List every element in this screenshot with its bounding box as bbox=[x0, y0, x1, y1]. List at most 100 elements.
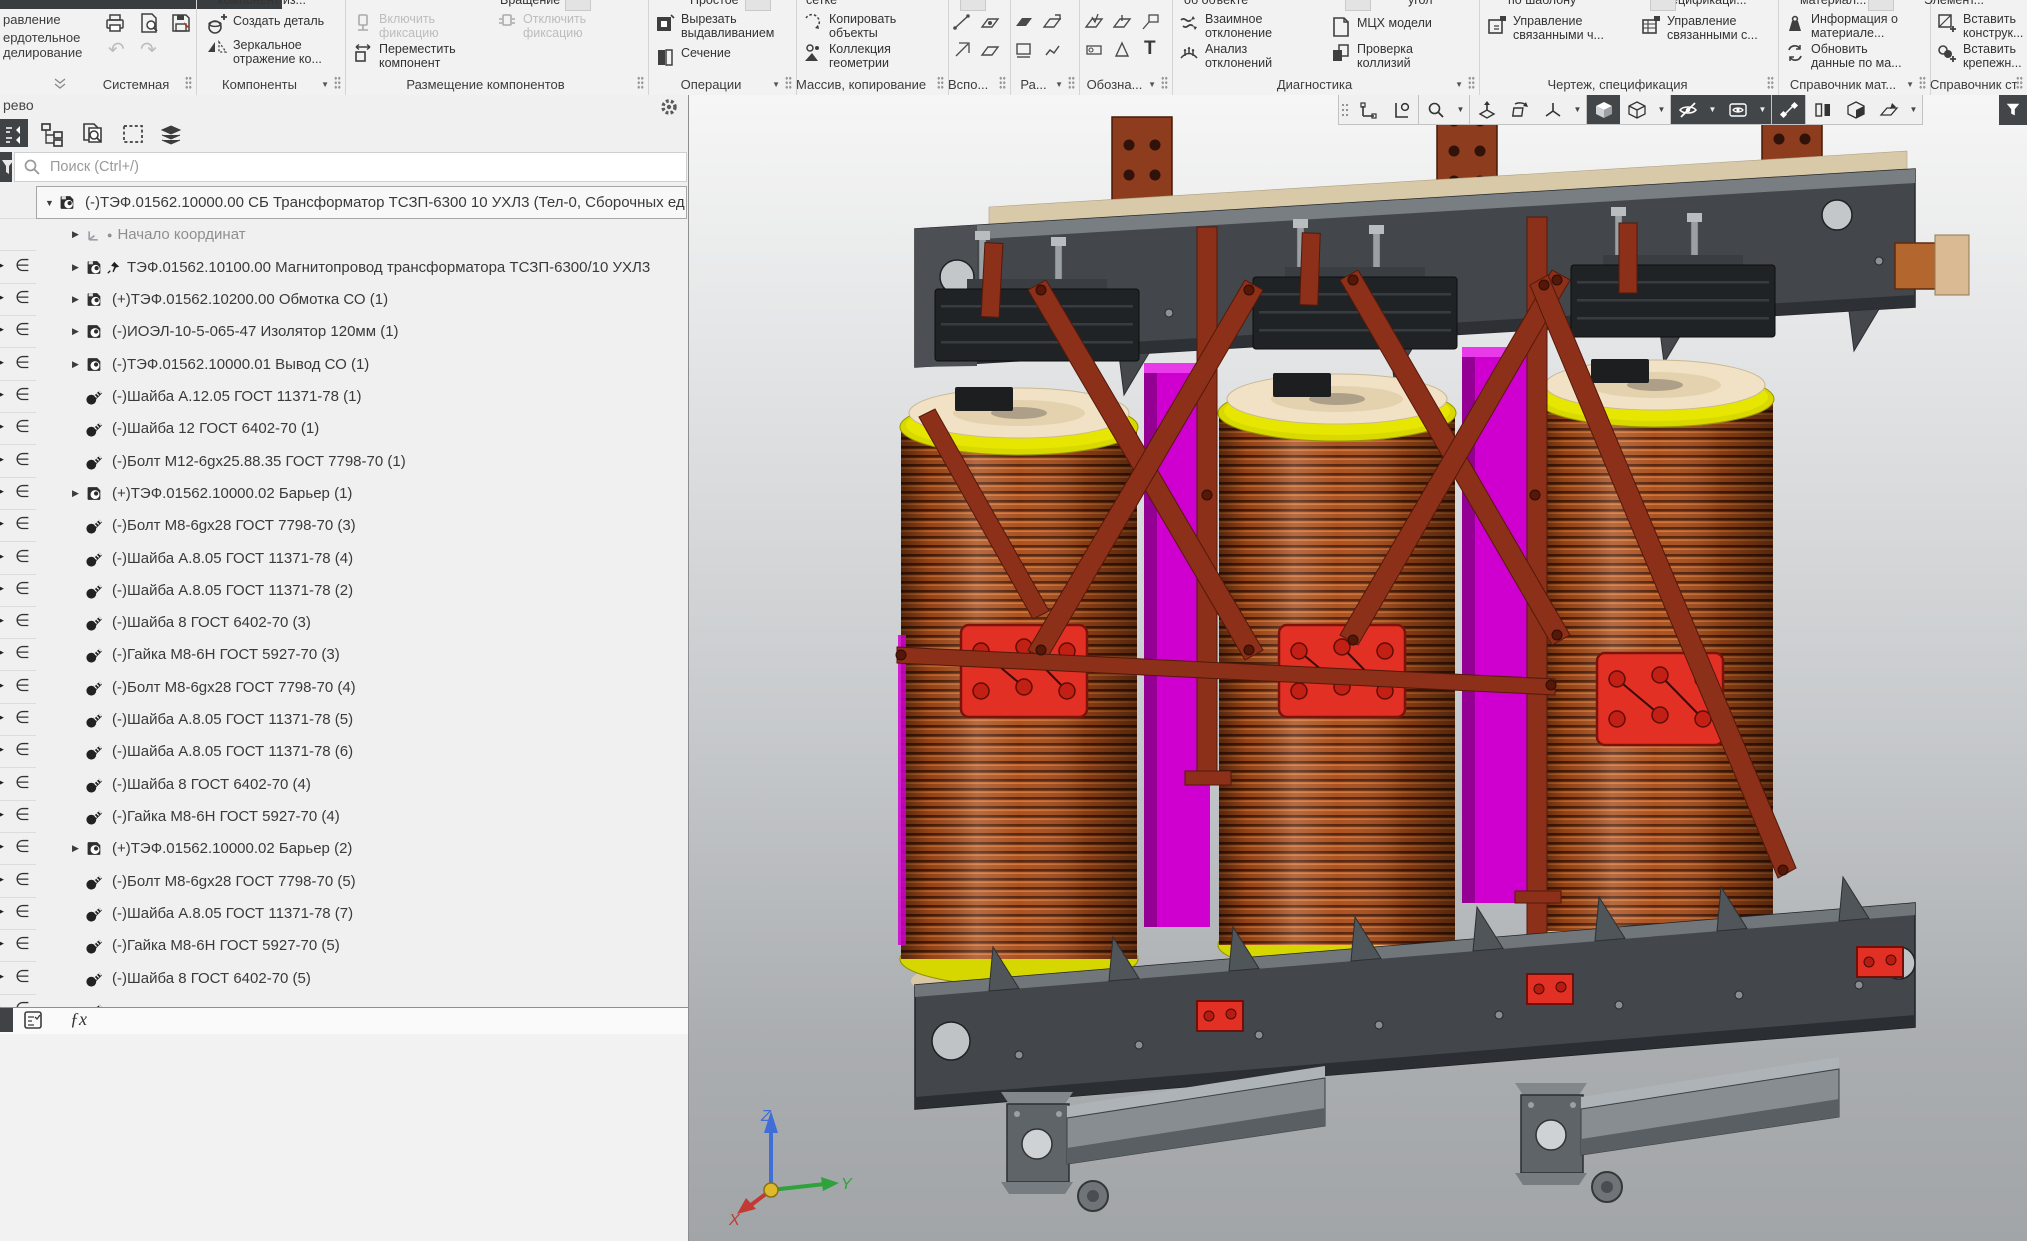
orient-rotate-button[interactable] bbox=[1503, 95, 1536, 124]
gutter-arrow-icon[interactable]: ▶ bbox=[0, 324, 4, 335]
fragment-about-object[interactable]: об объекте bbox=[1184, 0, 1248, 7]
tree-row[interactable]: ▶∈ (-)Шайба А.8.05 ГОСТ 11371-78 (5) bbox=[0, 703, 688, 736]
shaded-view-button[interactable] bbox=[1587, 95, 1620, 124]
aux-point-icon[interactable] bbox=[980, 12, 1000, 32]
tree-row[interactable]: ▶∈ (-)Болт М8-6gх28 ГОСТ 7798-70 (5) bbox=[0, 865, 688, 898]
fragment-angle[interactable]: угол bbox=[1408, 0, 1433, 7]
tab-solid-modeling-fragment-2[interactable]: делирование bbox=[3, 45, 82, 60]
datum-icon[interactable] bbox=[1112, 12, 1132, 32]
panel-edge-tile[interactable] bbox=[0, 1008, 13, 1032]
fx-variables-button[interactable]: ƒx bbox=[70, 1009, 87, 1030]
gutter-arrow-icon[interactable]: ▶ bbox=[0, 680, 4, 691]
print-preview-icon[interactable] bbox=[138, 12, 160, 34]
cone-mark-icon[interactable] bbox=[1112, 40, 1132, 60]
gutter-arrow-icon[interactable]: ▶ bbox=[0, 260, 4, 271]
gutter-arrow-icon[interactable]: ▶ bbox=[0, 518, 4, 529]
tree-row[interactable]: ▶∈ (-)Шайба 8 ГОСТ 6402-70 (5) bbox=[0, 962, 688, 995]
search-filter-icon[interactable] bbox=[0, 152, 12, 182]
tree-mode-button[interactable] bbox=[0, 119, 28, 147]
fragment-simple[interactable]: Простое bbox=[690, 0, 739, 7]
tree-row[interactable]: ▼ (-)ТЭФ.01562.10000.00 СБ Трансформатор… bbox=[0, 186, 688, 219]
gutter-arrow-icon[interactable]: ▶ bbox=[0, 486, 4, 497]
toolbar-grip[interactable] bbox=[1339, 95, 1352, 124]
gutter-arrow-icon[interactable]: ▶ bbox=[0, 292, 4, 303]
linked-specs-button[interactable]: Управление связанными с... bbox=[1640, 14, 1758, 42]
ra-sheet-icon[interactable] bbox=[1014, 40, 1034, 60]
aux-line-icon[interactable] bbox=[952, 12, 972, 32]
collapse-ribbon-chevron-icon[interactable] bbox=[52, 78, 68, 90]
tree-row[interactable]: ▶∈ ▶ (-)ТЭФ.01562.10000.01 Вывод СО (1) bbox=[0, 348, 688, 381]
gutter-arrow-icon[interactable]: ▶ bbox=[0, 971, 4, 982]
tree-row[interactable]: ▶∈ (-)Болт М8-6gх28 ГОСТ 7798-70 (3) bbox=[0, 509, 688, 542]
gutter-arrow-icon[interactable]: ▶ bbox=[0, 421, 4, 432]
search-documents-icon[interactable] bbox=[80, 121, 106, 147]
gutter-arrow-icon[interactable]: ▶ bbox=[0, 357, 4, 368]
gutter-arrow-icon[interactable]: ▶ bbox=[0, 938, 4, 949]
orient-dropdown[interactable]: ▼ bbox=[1569, 95, 1586, 124]
zoom-button[interactable] bbox=[1419, 95, 1452, 124]
ra-plane-icon[interactable] bbox=[1014, 12, 1034, 32]
fragment-component-from[interactable]: компонент из... bbox=[218, 0, 306, 7]
gutter-arrow-icon[interactable]: ▶ bbox=[0, 906, 4, 917]
text-tool-icon[interactable]: T bbox=[1144, 38, 1156, 60]
coil-middle[interactable] bbox=[1218, 373, 1456, 1043]
expander-icon[interactable]: ▶ bbox=[72, 229, 86, 240]
tolerance-icon[interactable] bbox=[1084, 40, 1104, 60]
mirror-component-button[interactable]: Зеркальное отражение ко... bbox=[206, 38, 322, 66]
geometry-collection-button[interactable]: Коллекция геометрии bbox=[802, 42, 891, 70]
tree-row[interactable]: ▶ ● Начало координат bbox=[0, 218, 688, 251]
redo-icon[interactable]: ↷ bbox=[140, 40, 157, 60]
tree-row[interactable]: ▶∈ ▶ ТЭФ.01562.10100.00 Магнитопровод тр… bbox=[0, 251, 688, 284]
tree-row[interactable]: ▶∈ (-)Шайба А.8.05 ГОСТ 11371-78 (6) bbox=[0, 735, 688, 768]
print-icon[interactable] bbox=[104, 12, 126, 34]
tree-row[interactable]: ▶∈ ▶ (-)ИОЭЛ-10-5-065-47 Изолятор 120мм … bbox=[0, 315, 688, 348]
group-grip-icon[interactable] bbox=[185, 76, 192, 89]
tree-row[interactable]: ▶∈ ▶ (+)ТЭФ.01562.10200.00 Обмотка СО (1… bbox=[0, 283, 688, 316]
ghost-view-button[interactable] bbox=[1721, 95, 1754, 124]
layers-icon[interactable] bbox=[158, 121, 184, 147]
checklist-icon[interactable] bbox=[22, 1009, 44, 1031]
tree-row[interactable]: ▶∈ (-)Болт М8-6gх28 ГОСТ 7798-70 (4) bbox=[0, 671, 688, 704]
tree-row[interactable]: ▶∈ (-)Шайба 12 ГОСТ 6402-70 (1) bbox=[0, 412, 688, 445]
undo-icon[interactable]: ↶ bbox=[108, 40, 125, 60]
insert-fastener-button[interactable]: Вставить крепежн... bbox=[1936, 42, 2022, 70]
expander-icon[interactable]: ▶ bbox=[72, 262, 86, 273]
fragment-by-template[interactable]: по шаблону bbox=[1508, 0, 1576, 7]
place-sketch-button[interactable] bbox=[1872, 95, 1905, 124]
tree-row[interactable]: ▶∈ (-)Шайба А.8.05 ГОСТ 11371-78 (2) bbox=[0, 574, 688, 607]
reference-points-button[interactable] bbox=[1772, 95, 1805, 124]
hide-dropdown[interactable]: ▼ bbox=[1704, 95, 1721, 124]
create-part-button[interactable]: Создать деталь bbox=[206, 14, 324, 36]
wireframe-view-button[interactable] bbox=[1620, 95, 1653, 124]
tree-row[interactable]: ▶∈ (-)Шайба А.8.05 ГОСТ 11371-78 (4) bbox=[0, 542, 688, 575]
filter-button[interactable] bbox=[1999, 95, 2027, 125]
cut-extrude-button[interactable]: Вырезать выдавливанием bbox=[654, 12, 774, 40]
tree-row[interactable]: ▶∈ ▶ (+)ТЭФ.01562.10000.02 Барьер (2) bbox=[0, 832, 688, 865]
ra-body-icon[interactable] bbox=[1042, 40, 1062, 60]
tree-row[interactable]: ▶∈ (-)Гайка М8-6Н ГОСТ 5927-70 (3) bbox=[0, 638, 688, 671]
save-icon[interactable] bbox=[170, 12, 192, 34]
viewport-3d[interactable]: Z Y X ▼ ▼ ▼ ▼ ▼ ▼ bbox=[689, 95, 2027, 1241]
section-view-button[interactable] bbox=[1839, 95, 1872, 124]
display-mode-dropdown[interactable]: ▼ bbox=[1653, 95, 1670, 124]
gutter-arrow-icon[interactable]: ▶ bbox=[0, 615, 4, 626]
center-of-mass-button[interactable] bbox=[1385, 95, 1418, 124]
aux-plane-icon[interactable] bbox=[980, 40, 1000, 60]
material-update-button[interactable]: Обновить данные по ма... bbox=[1784, 42, 1902, 70]
tree-row[interactable]: ▶∈ (-)Гайка М8-6Н ГОСТ 5927-70 (5) bbox=[0, 929, 688, 962]
fragment-grid[interactable]: сетке bbox=[806, 0, 837, 7]
roughness-icon[interactable] bbox=[1084, 12, 1104, 32]
search-input[interactable] bbox=[48, 158, 686, 176]
orient-triad-button[interactable] bbox=[1536, 95, 1569, 124]
fragment-element[interactable]: Элемент... bbox=[1924, 0, 1984, 7]
tree-row[interactable]: ▶∈ (-)Шайба А.12.05 ГОСТ 11371-78 (1) bbox=[0, 380, 688, 413]
tree-row[interactable]: ▶∈ (-)Шайба 8 ГОСТ 6402-70 (4) bbox=[0, 768, 688, 801]
tree-row[interactable]: ▶∈ (-)Шайба А.8.05 ГОСТ 11371-78 (7) bbox=[0, 897, 688, 930]
tree-row[interactable]: ▶∈ (-)Болт М12-6gх25.88.35 ГОСТ 7798-70 … bbox=[0, 445, 688, 478]
disable-fixation-button[interactable]: Отключить фиксацию bbox=[496, 12, 586, 40]
tree-row[interactable]: ▶∈ bbox=[0, 994, 688, 1007]
deviation-analysis-button[interactable]: Анализ отклонений bbox=[1178, 42, 1272, 70]
insert-construction-button[interactable]: Вставить конструк... bbox=[1936, 12, 2023, 40]
component-coordinates-button[interactable] bbox=[1352, 95, 1385, 124]
zoom-dropdown[interactable]: ▼ bbox=[1452, 95, 1469, 124]
